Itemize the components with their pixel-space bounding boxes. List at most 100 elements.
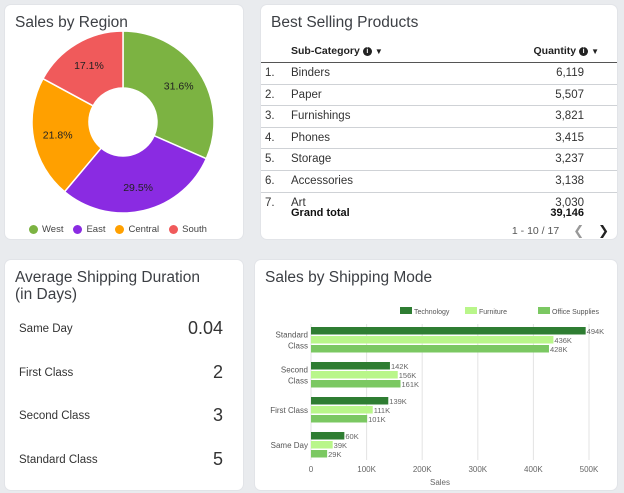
sort-caret-icon[interactable]: ▼ — [591, 47, 599, 56]
legend-item-west[interactable]: West — [29, 224, 63, 235]
donut-label-south: 17.1% — [74, 60, 104, 72]
bar-same-day-technology[interactable] — [311, 432, 345, 440]
products-table: Sub-Category i ▼ Quantity i ▼ 1. Binders… — [261, 43, 617, 214]
table-row[interactable]: 4. Phones 3,415 — [261, 128, 617, 150]
shipping-row-second-class: Second Class 3 — [19, 405, 223, 426]
region-legend: West East Central South — [29, 224, 207, 235]
grand-total-label: Grand total — [291, 207, 350, 219]
shipping-mode-label: Standard Class — [19, 453, 98, 466]
bar-data-label: 142K — [391, 362, 409, 371]
average-shipping-duration-card: Average Shipping Duration (in Days) Same… — [5, 260, 243, 490]
shipping-row-standard-class: Standard Class 5 — [19, 449, 223, 470]
row-quantity: 3,821 — [555, 110, 584, 123]
row-number: 1. — [265, 67, 275, 79]
table-row[interactable]: 1. Binders 6,119 — [261, 63, 617, 85]
pagination-range: 1 - 10 / 17 — [511, 225, 560, 237]
bar-data-label: 111K — [374, 406, 390, 415]
grand-total-value: 39,146 — [550, 207, 584, 219]
shipping-card-title: Average Shipping Duration (in Days) — [15, 269, 200, 303]
category-label: Same Day — [271, 441, 308, 450]
legend-item-east[interactable]: East — [73, 224, 105, 235]
legend-swatch-west — [29, 225, 38, 234]
next-page-icon[interactable]: ❯ — [598, 223, 609, 239]
legend-swatch-technology — [400, 307, 412, 314]
category-label: Second — [281, 365, 308, 374]
x-tick-label: 0 — [309, 465, 314, 474]
x-tick-label: 500K — [580, 465, 599, 474]
category-label: First Class — [270, 406, 308, 415]
bar-same-day-office-supplies[interactable] — [311, 450, 328, 458]
row-quantity: 3,138 — [555, 174, 584, 187]
best-selling-products-card: Best Selling Products Sub-Category i ▼ Q… — [261, 5, 617, 239]
shipping-title-line1: Average Shipping Duration — [15, 269, 200, 286]
legend-label-furniture[interactable]: Furniture — [479, 309, 507, 316]
quantity-column-header[interactable]: Quantity i ▼ — [533, 45, 599, 57]
category-label: Class — [288, 341, 308, 350]
row-subcategory: Binders — [291, 67, 330, 79]
bar-data-label: 29K — [328, 450, 341, 459]
bar-data-label: 101K — [368, 415, 386, 424]
shipping-row-same-day: Same Day 0.04 — [19, 318, 223, 339]
bar-second-class-technology[interactable] — [311, 362, 390, 370]
donut-slice-west[interactable] — [122, 30, 215, 160]
bar-first-class-technology[interactable] — [311, 397, 389, 405]
legend-label-south: South — [182, 224, 207, 235]
legend-label-central: Central — [128, 224, 160, 235]
shipping-days-value: 5 — [212, 449, 223, 469]
table-row[interactable]: 2. Paper 5,507 — [261, 85, 617, 107]
row-number: 7. — [265, 196, 275, 209]
bar-data-label: 494K — [587, 327, 605, 336]
quantity-header-label: Quantity — [533, 45, 577, 57]
previous-page-icon[interactable]: ❮ — [573, 223, 584, 239]
row-quantity: 5,507 — [555, 88, 584, 101]
row-number: 2. — [265, 88, 275, 101]
subcategory-column-header[interactable]: Sub-Category i ▼ — [291, 45, 383, 57]
region-donut-chart[interactable]: 31.6% 29.5% 21.8% 17.1% — [5, 5, 243, 239]
x-tick-label: 100K — [357, 465, 376, 474]
bar-data-label: 428K — [550, 345, 568, 354]
legend-label-technology[interactable]: Technology — [414, 309, 450, 316]
bar-data-label: 161K — [402, 380, 420, 389]
table-row[interactable]: 6. Accessories 3,138 — [261, 171, 617, 193]
info-icon[interactable]: i — [579, 46, 589, 56]
row-subcategory: Furnishings — [291, 110, 351, 123]
shipping-days-value: 2 — [212, 362, 223, 382]
legend-swatch-south — [169, 225, 179, 234]
category-label: Standard — [276, 330, 308, 339]
bar-first-class-furniture[interactable] — [311, 406, 373, 414]
bar-standard-class-technology[interactable] — [311, 327, 586, 335]
bar-data-label: 39K — [334, 441, 347, 450]
bar-standard-class-office-supplies[interactable] — [311, 345, 549, 353]
bar-second-class-office-supplies[interactable] — [311, 380, 401, 388]
shipping-mode-bar-chart[interactable]: Technology Furniture Office Supplies 0 100K 2… — [255, 260, 617, 490]
bar-standard-class-furniture[interactable] — [311, 336, 554, 344]
bar-same-day-furniture[interactable] — [311, 441, 333, 449]
table-row[interactable]: 5. Storage 3,237 — [261, 149, 617, 171]
row-quantity: 6,119 — [556, 67, 584, 79]
legend-label-office-supplies[interactable]: Office Supplies — [552, 309, 599, 316]
legend-item-south[interactable]: South — [169, 224, 207, 235]
donut-label-east: 29.5% — [123, 182, 153, 194]
table-row[interactable]: 3. Furnishings 3,821 — [261, 106, 617, 128]
bar-data-label: 156K — [399, 371, 417, 380]
shipping-days-value: 3 — [212, 405, 223, 425]
subcategory-header-label: Sub-Category — [291, 45, 360, 57]
bar-first-class-office-supplies[interactable] — [311, 415, 368, 423]
row-number: 5. — [265, 153, 275, 166]
shipping-mode-label: First Class — [19, 366, 74, 379]
x-tick-label: 400K — [524, 465, 543, 474]
table-header: Sub-Category i ▼ Quantity i ▼ — [261, 43, 617, 63]
bar-second-class-furniture[interactable] — [311, 371, 398, 379]
row-quantity: 3,415 — [555, 131, 584, 144]
row-number: 3. — [265, 110, 275, 123]
shipping-row-first-class: First Class 2 — [19, 362, 223, 383]
legend-item-central[interactable]: Central — [115, 224, 159, 235]
category-label: Class — [288, 376, 308, 385]
shipping-title-line2: (in Days) — [15, 286, 78, 304]
pagination: 1 - 10 / 17 ❮ ❯ — [512, 223, 609, 239]
legend-swatch-central — [115, 225, 125, 234]
info-icon[interactable]: i — [362, 46, 372, 56]
legend-swatch-east — [73, 225, 83, 234]
sort-caret-icon[interactable]: ▼ — [375, 47, 383, 56]
shipping-days-value: 0.04 — [187, 318, 223, 338]
